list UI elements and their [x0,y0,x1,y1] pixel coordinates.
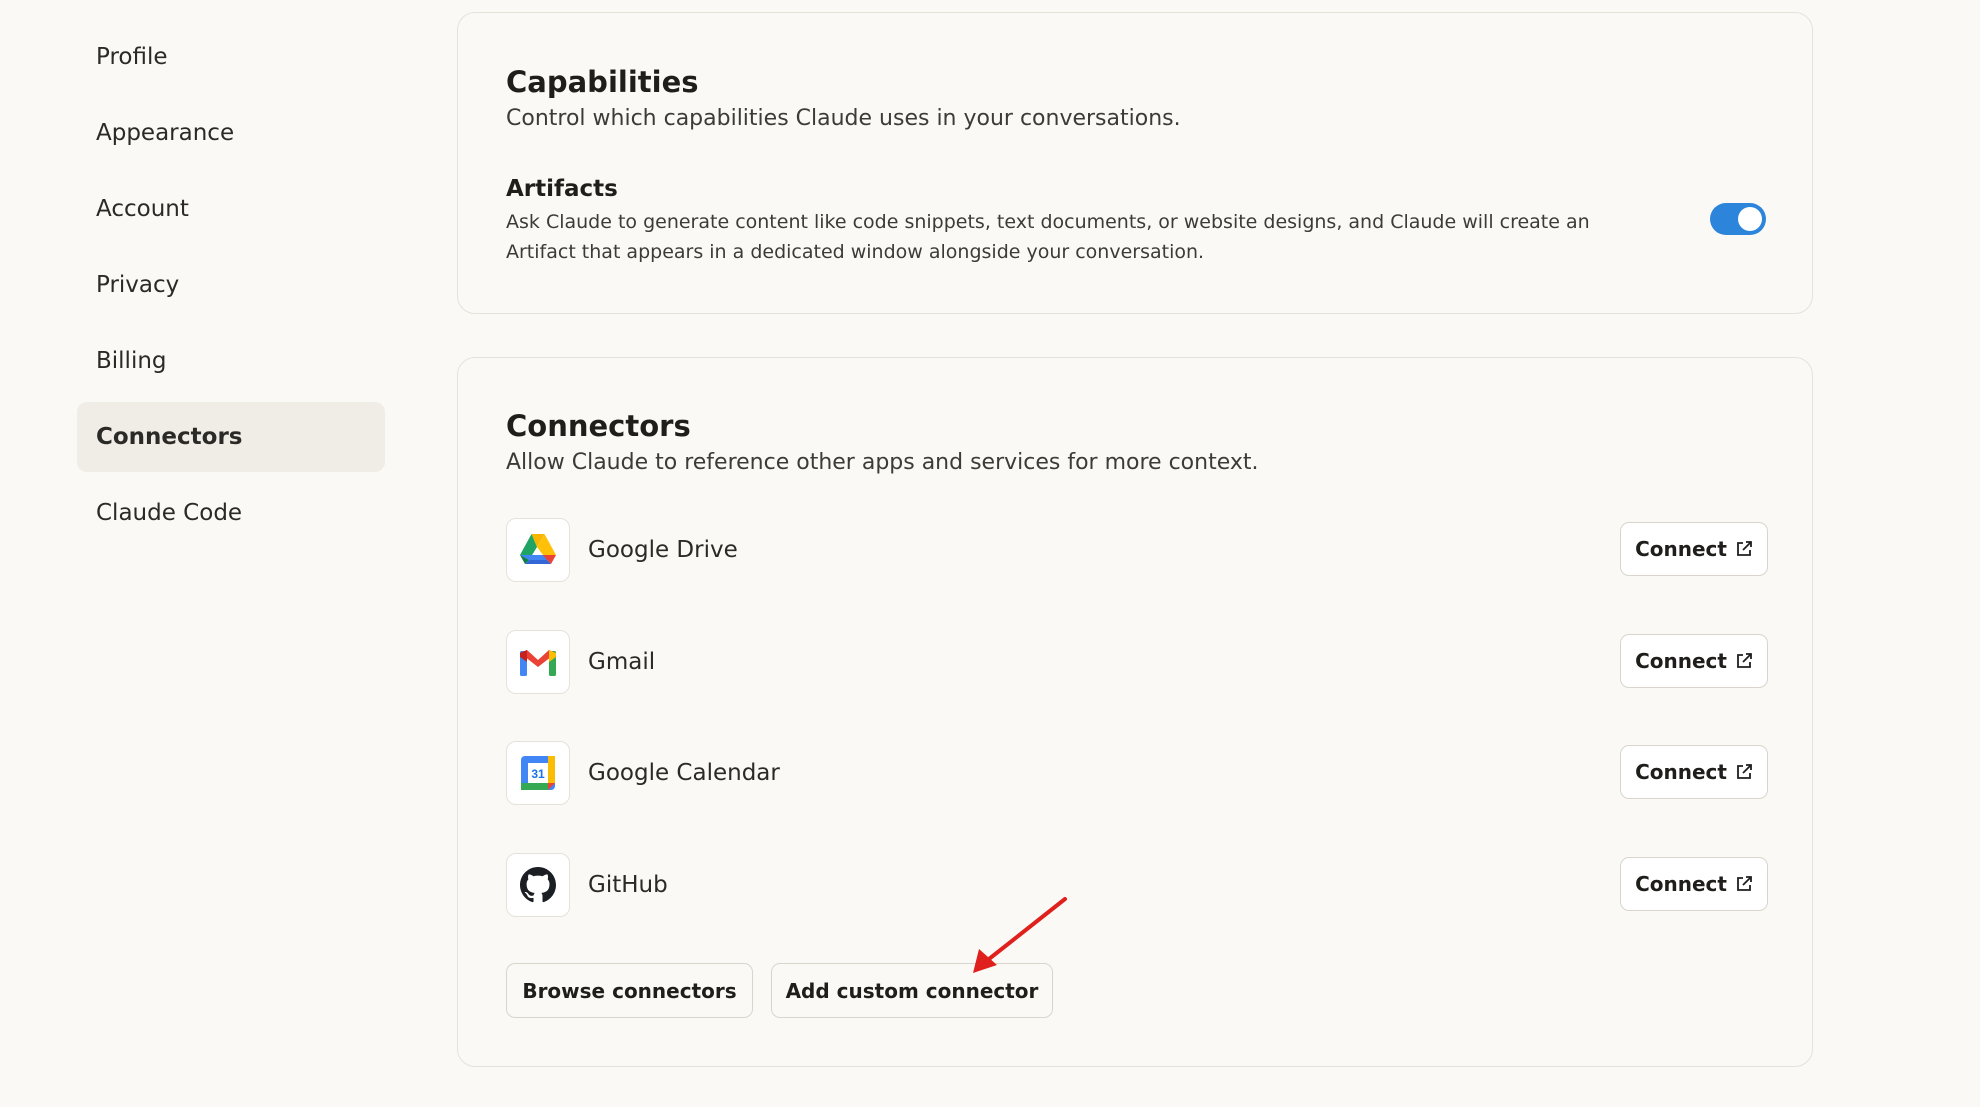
connect-button-google-drive[interactable]: Connect [1620,522,1768,576]
sidebar-item-claude-code[interactable]: Claude Code [77,478,385,548]
artifacts-toggle[interactable] [1710,203,1766,235]
connectors-card: Connectors Allow Claude to reference oth… [457,357,1813,1067]
capabilities-card: Capabilities Control which capabilities … [457,12,1813,314]
sidebar-item-label: Privacy [96,272,180,298]
external-link-icon [1735,540,1753,558]
sidebar-item-label: Connectors [96,424,243,450]
browse-connectors-button[interactable]: Browse connectors [506,963,753,1018]
connector-name: GitHub [588,872,668,898]
connector-row-gmail: Gmail Connect [506,630,1768,694]
settings-sidebar: Profile Appearance Account Privacy Billi… [77,22,385,554]
connect-label: Connect [1635,649,1727,673]
annotation-arrow-icon [973,897,1067,973]
sidebar-item-label: Billing [96,348,167,374]
connector-name: Google Calendar [588,760,780,786]
connector-row-google-drive: Google Drive Connect [506,518,1768,582]
external-link-icon [1735,652,1753,670]
capabilities-subtitle: Control which capabilities Claude uses i… [506,106,1181,131]
connector-row-google-calendar: 31 Google Calendar Connect [506,741,1768,805]
sidebar-item-billing[interactable]: Billing [77,326,385,396]
artifacts-description: Ask Claude to generate content like code… [506,211,1590,263]
connectors-title: Connectors [506,409,691,443]
external-link-icon [1735,875,1753,893]
connect-label: Connect [1635,537,1727,561]
sidebar-item-account[interactable]: Account [77,174,385,244]
gmail-icon [506,630,570,694]
google-calendar-icon: 31 [506,741,570,805]
sidebar-item-privacy[interactable]: Privacy [77,250,385,320]
google-drive-icon [506,518,570,582]
sidebar-item-label: Account [96,196,189,222]
calendar-day-number: 31 [531,767,545,781]
connect-label: Connect [1635,760,1727,784]
capabilities-title: Capabilities [506,65,699,99]
sidebar-item-connectors[interactable]: Connectors [77,402,385,472]
connect-button-gmail[interactable]: Connect [1620,634,1768,688]
connectors-subtitle: Allow Claude to reference other apps and… [506,450,1259,475]
connector-name: Gmail [588,649,656,675]
connector-row-github: GitHub Connect [506,853,1768,917]
connect-button-github[interactable]: Connect [1620,857,1768,911]
sidebar-item-appearance[interactable]: Appearance [77,98,385,168]
connector-name: Google Drive [588,537,738,563]
connect-button-google-calendar[interactable]: Connect [1620,745,1768,799]
toggle-knob [1738,207,1762,231]
connect-label: Connect [1635,872,1727,896]
sidebar-item-label: Appearance [96,120,235,146]
sidebar-item-label: Profile [96,44,168,70]
sidebar-item-profile[interactable]: Profile [77,22,385,92]
sidebar-item-label: Claude Code [96,500,243,526]
artifacts-title: Artifacts [506,176,618,202]
github-icon [506,853,570,917]
external-link-icon [1735,763,1753,781]
